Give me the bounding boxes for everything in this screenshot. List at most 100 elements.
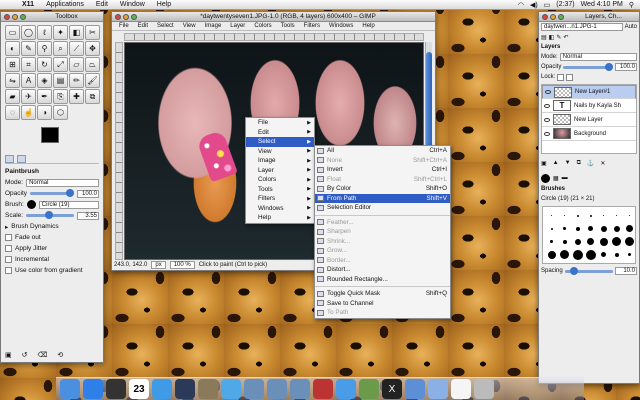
menu-help[interactable]: Help — [151, 1, 177, 8]
visibility-eye-icon[interactable] — [545, 90, 551, 94]
vertical-ruler[interactable] — [115, 42, 123, 260]
layer-row[interactable]: New Layer#1 — [542, 85, 636, 99]
image-menu-colors[interactable]: Colors — [250, 23, 275, 29]
battery-icon[interactable]: ▭ — [544, 1, 551, 9]
opacity-value[interactable]: 100.0 — [77, 189, 99, 198]
safari-icon[interactable] — [152, 379, 172, 399]
measure-icon[interactable]: ⟋ — [69, 41, 84, 56]
new-layer-icon[interactable]: ▣ — [541, 160, 547, 167]
zoom-button[interactable] — [558, 13, 564, 20]
duplicate-layer-icon[interactable]: ⧉ — [577, 160, 581, 167]
layer-row[interactable]: T Nails by Kayla Sh — [542, 99, 636, 113]
brush-dynamics[interactable]: Brush Dynamics — [11, 223, 58, 230]
gimp-icon[interactable] — [198, 379, 218, 399]
auto-button[interactable]: Auto — [625, 24, 637, 30]
context-menu-help[interactable]: Help ▶ — [246, 213, 314, 223]
image-menu-filters[interactable]: Filters — [300, 23, 324, 29]
context-menu-filters[interactable]: Filters ▶ — [246, 194, 314, 204]
unit-select[interactable]: px — [151, 260, 166, 269]
tool-options-tab[interactable] — [5, 155, 14, 163]
spacing-value[interactable]: 10.0 — [615, 267, 637, 275]
dynamics-row[interactable]: ▸ Brush Dynamics — [5, 221, 99, 232]
download-icon[interactable] — [428, 379, 448, 399]
delete-options-icon[interactable]: ⌫ — [38, 351, 48, 359]
lock-pixels-checkbox[interactable] — [557, 73, 565, 81]
crop-icon[interactable]: ⌗ — [21, 57, 36, 72]
scissors-icon[interactable]: ✂ — [85, 25, 100, 40]
select-menu-feather[interactable]: Feather... — [315, 218, 450, 228]
scale-icon[interactable]: ⤢ — [53, 57, 68, 72]
brush-swatch[interactable] — [598, 210, 609, 221]
menu-applications[interactable]: Applications — [40, 1, 90, 8]
brush-swatch[interactable] — [624, 236, 635, 247]
mode-select[interactable]: Normal — [26, 178, 99, 187]
blur-icon[interactable]: ◌ — [5, 105, 20, 120]
brush-swatch[interactable] — [546, 210, 557, 221]
brush-swatch[interactable] — [624, 210, 635, 221]
minimize-button[interactable] — [12, 13, 18, 20]
perspective-clone-icon[interactable]: ⧉ — [85, 89, 100, 104]
brush-swatch[interactable] — [546, 236, 557, 247]
select-menu-none[interactable]: None Shift+Ctrl+A — [315, 156, 450, 166]
folder-icon[interactable] — [405, 379, 425, 399]
heal-icon[interactable]: ✚ — [69, 89, 84, 104]
select-menu-all[interactable]: All Ctrl+A — [315, 146, 450, 156]
image-menu-edit[interactable]: Edit — [134, 23, 152, 29]
device-status-tab[interactable] — [17, 155, 26, 163]
rotate-icon[interactable]: ↻ — [37, 57, 52, 72]
restore-options-icon[interactable]: ↺ — [22, 351, 28, 359]
document-icon[interactable] — [451, 379, 471, 399]
perspective-icon[interactable]: ⏢ — [85, 57, 100, 72]
eraser-icon[interactable]: ▰ — [5, 89, 20, 104]
context-menu-windows[interactable]: Windows ▶ — [246, 204, 314, 214]
brush-swatch[interactable] — [572, 236, 583, 247]
minimize-button[interactable] — [550, 13, 556, 20]
cage-icon[interactable]: ⬡ — [53, 105, 68, 120]
context-menu-file[interactable]: File ▶ — [246, 118, 314, 128]
app-icon[interactable] — [244, 379, 264, 399]
layer-opacity-value[interactable]: 100.0 — [615, 63, 637, 71]
brushes-tab-icon[interactable] — [541, 173, 550, 183]
cloud-icon[interactable] — [336, 379, 356, 399]
image-menu-file[interactable]: File — [115, 23, 133, 29]
select-menu-to-path[interactable]: To Path — [315, 308, 450, 318]
select-menu-save-to-channel[interactable]: Save to Channel — [315, 299, 450, 309]
clone-icon[interactable]: ⎘ — [53, 89, 68, 104]
zoom-button[interactable] — [20, 13, 26, 20]
blend-icon[interactable]: ▤ — [53, 73, 68, 88]
brush-swatch[interactable] — [611, 210, 622, 221]
image-menu-select[interactable]: Select — [153, 23, 178, 29]
brush-swatch[interactable] — [611, 249, 622, 260]
context-menu-layer[interactable]: Layer ▶ — [246, 166, 314, 176]
dodge-burn-icon[interactable]: ◑ — [37, 105, 52, 120]
context-menu-tools[interactable]: Tools ▶ — [246, 185, 314, 195]
bucket-fill-icon[interactable]: ◈ — [37, 73, 52, 88]
clock[interactable]: Wed 4:10 PM — [581, 1, 623, 8]
visibility-eye-icon[interactable] — [544, 117, 550, 122]
zoom-icon[interactable]: ⌕ — [53, 41, 68, 56]
smudge-icon[interactable]: ☝ — [21, 105, 36, 120]
pencil-icon[interactable]: ✏ — [69, 73, 84, 88]
battery-time[interactable]: (2:37) — [556, 1, 574, 8]
spacing-slider[interactable] — [564, 266, 613, 275]
scale-value[interactable]: 3.55 — [77, 211, 99, 220]
image-titlebar[interactable]: *daytwentyseven1.JPG-1.0 (RGB, 4 layers)… — [112, 12, 435, 22]
undo-tab-icon[interactable]: ↶ — [563, 34, 568, 41]
move-icon[interactable]: ✥ — [85, 41, 100, 56]
close-button[interactable] — [115, 13, 121, 20]
brush-swatch[interactable] — [546, 223, 557, 234]
layers-titlebar[interactable]: Layers, Ch... — [539, 12, 639, 22]
patterns-tab-icon[interactable]: ▦ — [553, 175, 559, 182]
spotlight-icon[interactable]: ⚲ — [629, 1, 634, 9]
brush-swatch[interactable] — [572, 249, 583, 260]
brush-swatch[interactable] — [572, 210, 583, 221]
context-menu-select[interactable]: Select ▶ — [246, 137, 314, 147]
layers-tab-icon[interactable]: ▤ — [541, 34, 547, 41]
brush-swatch[interactable] — [559, 223, 570, 234]
context-menu-view[interactable]: View ▶ — [246, 147, 314, 157]
app-icon[interactable] — [290, 379, 310, 399]
image-menu-help[interactable]: Help — [358, 23, 378, 29]
brush-swatch[interactable] — [598, 236, 609, 247]
lock-alpha-checkbox[interactable] — [566, 73, 574, 81]
finder-icon[interactable] — [60, 379, 80, 399]
